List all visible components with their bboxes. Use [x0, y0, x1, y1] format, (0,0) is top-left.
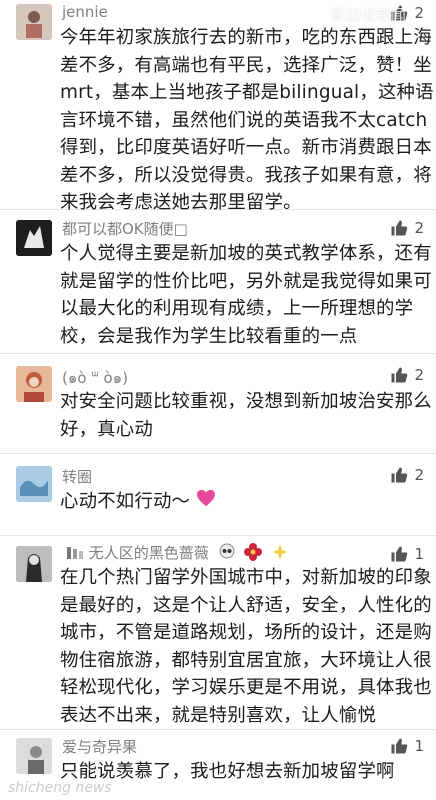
text-line: 好，真心动 [60, 418, 153, 440]
text-line: 得到，比印度英语好听一点。新市消费跟日本 [60, 137, 432, 158]
text-line: 今年年初家族旅行去的新市，吃的东西跟上海 [60, 27, 432, 48]
like-button[interactable]: 2 [390, 219, 424, 237]
avatar[interactable] [16, 4, 52, 40]
commenter-name: 都可以都OK随便□ [62, 220, 188, 238]
thumbs-up-icon [391, 738, 408, 754]
text-line: 差不多，所以没觉得贵。我孩子如果有意，将 [60, 164, 432, 186]
commenter-name: jennie [62, 3, 108, 21]
thumbs-up-icon [391, 467, 408, 483]
like-count: 2 [414, 366, 424, 384]
skull-icon [218, 543, 236, 565]
text-line: 物住宿旅游，都特别宜居宜旅，大环境让人很 [60, 649, 432, 671]
thumbs-up-icon [391, 220, 408, 236]
comment-text: 心动不如行动～ [60, 488, 426, 516]
avatar[interactable] [16, 220, 52, 256]
thumbs-up-icon [391, 367, 408, 383]
commenter-name-text: 无人区的黑色蔷薇 [88, 544, 209, 562]
sparkle-icon [271, 543, 289, 565]
flower-icon [244, 542, 263, 565]
comment-item: jennie 2 今年年初家族旅行去的新市，吃的东西跟上海 差不多，有高端也有平… [0, 0, 436, 213]
thumbs-up-icon [391, 546, 408, 562]
commenter-name: 转圈 [62, 468, 93, 486]
comment-item: 转圈 2 心动不如行动～ [0, 454, 436, 536]
like-button[interactable]: 2 [390, 366, 424, 384]
sparkling-heart-icon [196, 488, 216, 516]
text-line: 心动不如行动～ [60, 488, 426, 516]
text-line: mrt，基本上当地孩子都是bilingual，这种语 [60, 82, 434, 103]
watermark-top: 新加坡新闻 [330, 6, 406, 24]
text-line: 在几个热门留学外国城市中，对新加坡的印象 [60, 567, 432, 588]
commenter-name: 无人区的黑色蔷薇 [62, 542, 289, 565]
text-line: 是最好的，这是个让人舒适，安全，人性化的 [60, 594, 432, 616]
text-line: 表达不出来，就是特别喜欢，让人愉悦 [60, 704, 377, 726]
comment-text: 对安全问题比较重视，没想到新加坡治安那么 好，真心动 [60, 388, 432, 443]
text-line: 言环境不错，虽然他们说的英语我不太catch [60, 109, 428, 131]
comment-text: 今年年初家族旅行去的新市，吃的东西跟上海 差不多，有高端也有平民，选择广泛，赞！… [60, 24, 434, 217]
avatar[interactable] [16, 466, 52, 502]
avatar[interactable] [16, 366, 52, 402]
commenter-name: (๑ὸ ᐜ ὸ๑) [62, 369, 129, 387]
like-count: 1 [414, 737, 424, 755]
text-line: 以最大化的利用现有成绩，上一所理想的学 [60, 298, 414, 319]
figures-icon [66, 545, 84, 563]
commenter-name: 爱与奇异果 [62, 738, 138, 756]
comment-text: 在几个热门留学外国城市中，对新加坡的印象 是最好的，这是个让人舒适，安全，人性化… [60, 564, 432, 729]
like-button[interactable]: 1 [390, 545, 424, 563]
comment-item: 都可以都OK随便□ 2 个人觉得主要是新加坡的英式教学体系，还有 就是留学的性价… [0, 210, 436, 354]
text-line: 轻松现代化，学习娱乐更是不用说，具体我也 [60, 677, 432, 698]
like-count: 1 [414, 545, 424, 563]
avatar[interactable] [16, 546, 52, 582]
text-content: 心动不如行动～ [60, 491, 191, 512]
text-line: 校，会是我作为学生比较看重的一点 [60, 325, 358, 347]
avatar[interactable] [16, 738, 52, 774]
text-line: 差不多，有高端也有平民，选择广泛，赞！坐 [60, 54, 432, 76]
comment-item: 无人区的黑色蔷薇 1 在几个热门留学外国城市中，对新加坡的印象 是最好的，这是个… [0, 536, 436, 730]
text-line: 对安全问题比较重视，没想到新加坡治安那么 [60, 391, 432, 412]
comment-text: 只能说羡慕了，我也好想去新加坡留学啊 [60, 758, 426, 786]
text-line: 城市，不管是道路规划，场所的设计，还是购 [60, 622, 432, 643]
text-line: 只能说羡慕了，我也好想去新加坡留学啊 [60, 761, 395, 782]
like-count: 2 [414, 4, 424, 22]
text-line: 个人觉得主要是新加坡的英式教学体系，还有 [60, 243, 432, 264]
comment-text: 个人觉得主要是新加坡的英式教学体系，还有 就是留学的性价比吧，另外就是我觉得如果… [60, 240, 432, 350]
text-line: 就是留学的性价比吧，另外就是我觉得如果可 [60, 270, 432, 292]
comment-item: (๑ὸ ᐜ ὸ๑) 2 对安全问题比较重视，没想到新加坡治安那么 好，真心动 [0, 354, 436, 454]
like-count: 2 [414, 219, 424, 237]
watermark-bottom: shicheng news [8, 780, 112, 796]
like-button[interactable]: 1 [390, 737, 424, 755]
like-count: 2 [414, 466, 424, 484]
like-button[interactable]: 2 [390, 466, 424, 484]
